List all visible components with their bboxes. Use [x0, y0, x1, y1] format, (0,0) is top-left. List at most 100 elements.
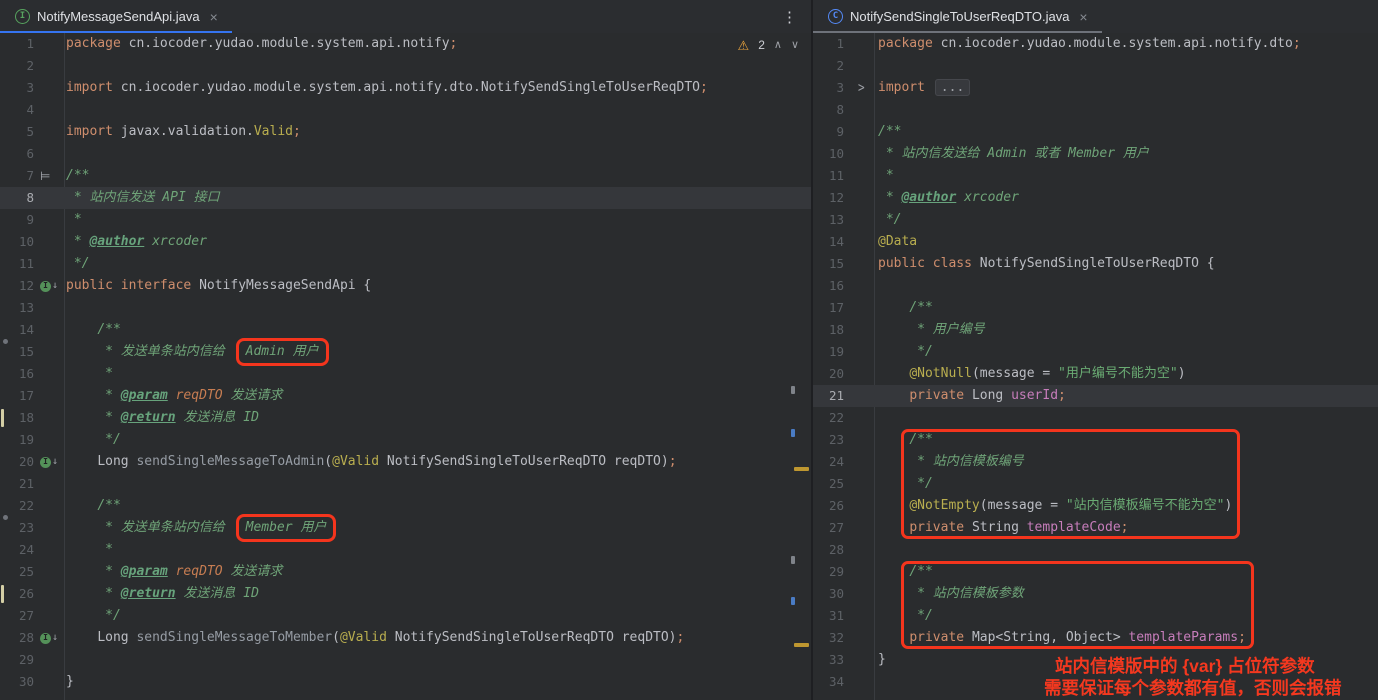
more-options-icon[interactable]: ⋮	[782, 8, 797, 26]
line-number: 20	[0, 451, 34, 473]
inspections-widget[interactable]: ⚠ 2 ∧ ∨	[738, 38, 799, 52]
code-text: * @return 发送消息 ID	[66, 407, 259, 429]
code-text: */	[878, 341, 933, 363]
code-line-28[interactable]: 28	[813, 539, 1378, 561]
stripe-mark-warning-dash[interactable]	[794, 467, 809, 471]
code-line-18[interactable]: 18 * @return 发送消息 ID	[0, 407, 811, 429]
line-number: 11	[0, 253, 34, 275]
implemented-icon[interactable]: I	[40, 457, 51, 468]
code-line-32[interactable]: 32 private Map<String, Object> templateP…	[813, 627, 1378, 649]
fold-arrow-icon[interactable]: >	[858, 74, 865, 103]
code-line-22[interactable]: 22 /**	[0, 495, 811, 517]
line-number: 21	[813, 385, 844, 407]
close-icon[interactable]: ×	[1079, 10, 1087, 24]
code-line-30[interactable]: 30}	[0, 671, 811, 693]
code-line-12[interactable]: 12 * @author xrcoder	[813, 187, 1378, 209]
tab-notifymessagesendapi[interactable]: I NotifyMessageSendApi.java ×	[6, 0, 228, 33]
code-line-22[interactable]: 22	[813, 407, 1378, 429]
code-line-25[interactable]: 25 * @param reqDTO 发送请求	[0, 561, 811, 583]
line-number: 27	[813, 517, 844, 539]
code-line-2[interactable]: 2	[813, 55, 1378, 77]
code-line-14[interactable]: 14@Data	[813, 231, 1378, 253]
prev-warning-icon[interactable]: ∧	[774, 40, 782, 51]
code-line-9[interactable]: 9 *	[0, 209, 811, 231]
code-line-16[interactable]: 16	[813, 275, 1378, 297]
line-number: 26	[0, 583, 34, 605]
code-text: * @param reqDTO 发送请求	[66, 561, 282, 583]
code-line-1[interactable]: 1package cn.iocoder.yudao.module.system.…	[813, 33, 1378, 55]
code-line-13[interactable]: 13	[0, 297, 811, 319]
code-line-26[interactable]: 26 @NotEmpty(message = "站内信模板编号不能为空")	[813, 495, 1378, 517]
code-line-15[interactable]: 15 * 发送单条站内信给 Admin 用户	[0, 341, 811, 363]
code-line-10[interactable]: 10 * @author xrcoder	[0, 231, 811, 253]
code-line-13[interactable]: 13 */	[813, 209, 1378, 231]
code-line-2[interactable]: 2	[0, 55, 811, 77]
next-warning-icon[interactable]: ∨	[791, 40, 799, 51]
code-line-15[interactable]: 15public class NotifySendSingleToUserReq…	[813, 253, 1378, 275]
code-line-17[interactable]: 17 /**	[813, 297, 1378, 319]
line-number: 29	[813, 561, 844, 583]
code-line-11[interactable]: 11 *	[813, 165, 1378, 187]
code-line-20[interactable]: 20I↓ Long sendSingleMessageToAdmin(@Vali…	[0, 451, 811, 473]
implemented-icon[interactable]: I	[40, 633, 51, 644]
code-line-24[interactable]: 24 *	[0, 539, 811, 561]
code-line-5[interactable]: 5import javax.validation.Valid;	[0, 121, 811, 143]
code-line-9[interactable]: 9/**	[813, 121, 1378, 143]
code-editor-right[interactable]: 1package cn.iocoder.yudao.module.system.…	[813, 33, 1378, 700]
line-number: 16	[813, 275, 844, 297]
code-text: private Map<String, Object> templatePara…	[878, 627, 1246, 649]
code-line-17[interactable]: 17 * @param reqDTO 发送请求	[0, 385, 811, 407]
code-line-8[interactable]: 8 * 站内信发送 API 接口	[0, 187, 811, 209]
code-line-20[interactable]: 20 @NotNull(message = "用户编号不能为空")	[813, 363, 1378, 385]
code-line-1[interactable]: 1package cn.iocoder.yudao.module.system.…	[0, 33, 811, 55]
gutter-slot: ⊨	[34, 165, 66, 187]
code-line-3[interactable]: 3>import ...	[813, 77, 1378, 99]
code-line-30[interactable]: 30 * 站内信模板参数	[813, 583, 1378, 605]
code-line-23[interactable]: 23 /**	[813, 429, 1378, 451]
code-text: private Long userId;	[878, 385, 1066, 407]
stripe-mark-info-blue[interactable]	[791, 429, 795, 437]
line-number: 2	[0, 55, 34, 77]
code-line-28[interactable]: 28I↓ Long sendSingleMessageToMember(@Val…	[0, 627, 811, 649]
code-line-3[interactable]: 3import cn.iocoder.yudao.module.system.a…	[0, 77, 811, 99]
code-line-11[interactable]: 11 */	[0, 253, 811, 275]
code-line-14[interactable]: 14 /**	[0, 319, 811, 341]
code-line-12[interactable]: 12I↓public interface NotifyMessageSendAp…	[0, 275, 811, 297]
code-line-26[interactable]: 26 * @return 发送消息 ID	[0, 583, 811, 605]
code-line-21[interactable]: 21 private Long userId;	[813, 385, 1378, 407]
stripe-mark-warning-dash[interactable]	[794, 643, 809, 647]
code-line-23[interactable]: 23 * 发送单条站内信给 Member 用户	[0, 517, 811, 539]
code-line-4[interactable]: 4	[0, 99, 811, 121]
code-line-18[interactable]: 18 * 用户编号	[813, 319, 1378, 341]
line-number: 22	[813, 407, 844, 429]
code-line-27[interactable]: 27 */	[0, 605, 811, 627]
code-line-31[interactable]: 31 */	[813, 605, 1378, 627]
code-line-19[interactable]: 19 */	[813, 341, 1378, 363]
code-line-29[interactable]: 29 /**	[813, 561, 1378, 583]
implemented-icon[interactable]: I	[40, 281, 51, 292]
code-line-6[interactable]: 6	[0, 143, 811, 165]
tab-notifysendsingletouserreqdto[interactable]: C NotifySendSingleToUserReqDTO.java ×	[819, 0, 1098, 33]
stripe-mark-info-gray[interactable]	[791, 386, 795, 394]
close-icon[interactable]: ×	[210, 10, 218, 24]
code-text: /**	[878, 429, 933, 451]
code-line-16[interactable]: 16 *	[0, 363, 811, 385]
code-line-19[interactable]: 19 */	[0, 429, 811, 451]
code-text: /**	[878, 121, 901, 143]
code-line-29[interactable]: 29	[0, 649, 811, 671]
code-line-7[interactable]: 7⊨/**	[0, 165, 811, 187]
class-icon: C	[828, 9, 843, 24]
code-text: /**	[66, 319, 121, 341]
code-text: *	[878, 165, 894, 187]
code-line-25[interactable]: 25 */	[813, 473, 1378, 495]
code-line-21[interactable]: 21	[0, 473, 811, 495]
interface-icon: I	[15, 9, 30, 24]
stripe-mark-info-gray[interactable]	[791, 556, 795, 564]
code-line-10[interactable]: 10 * 站内信发送给 Admin 或者 Member 用户	[813, 143, 1378, 165]
code-line-27[interactable]: 27 private String templateCode;	[813, 517, 1378, 539]
stripe-mark-info-blue[interactable]	[791, 597, 795, 605]
code-editor-left[interactable]: 1package cn.iocoder.yudao.module.system.…	[0, 33, 811, 700]
code-line-8[interactable]: 8	[813, 99, 1378, 121]
toggle-rendered-doc-icon[interactable]: ⊨	[40, 165, 50, 187]
code-line-24[interactable]: 24 * 站内信模板编号	[813, 451, 1378, 473]
